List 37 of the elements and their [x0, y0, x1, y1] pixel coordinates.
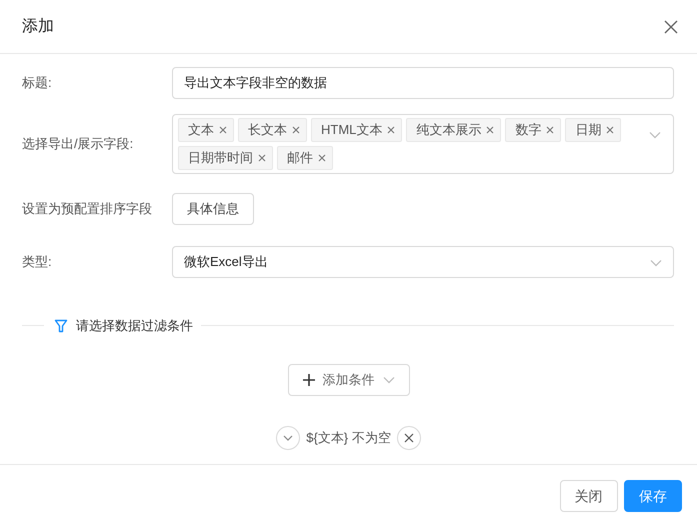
tag-remove-icon[interactable] — [546, 126, 554, 134]
tag-remove-icon[interactable] — [318, 154, 326, 162]
tag-remove-icon[interactable] — [387, 126, 396, 134]
tag[interactable]: 邮件 — [277, 146, 333, 170]
field-label: 选择导出/展示字段: — [22, 135, 134, 154]
filter-icon — [54, 318, 68, 333]
caret-icon — [382, 376, 394, 384]
remove-condition-button[interactable] — [397, 426, 422, 450]
close-dialog-button[interactable]: 关闭 — [560, 480, 618, 512]
tag-remove-icon[interactable] — [606, 126, 614, 134]
close-icon — [404, 432, 414, 442]
text-field[interactable]: 导出文本字段非空的数据 — [172, 67, 674, 99]
multi-select-field[interactable]: 文本 长文本 HTML文本 纯文本展示 数字 日期 日期带时间 邮件 — [172, 114, 674, 174]
tag[interactable]: 日期带时间 — [178, 146, 273, 170]
field-label: 标题: — [22, 74, 53, 92]
tag[interactable]: 日期 — [565, 118, 622, 142]
chevron-down-icon — [282, 434, 293, 440]
tag[interactable]: 数字 — [505, 118, 562, 142]
dialog-title: 添加 — [22, 16, 54, 36]
plus-icon — [302, 374, 314, 386]
tag[interactable]: HTML文本 — [311, 118, 402, 142]
add-condition-button[interactable]: 添加条件 — [288, 364, 410, 396]
tag-remove-icon[interactable] — [292, 126, 300, 134]
tag-remove-icon[interactable] — [486, 126, 494, 134]
tag[interactable]: 纯文本展示 — [406, 118, 502, 142]
condition-text: ${文本} 不为空 — [306, 428, 391, 447]
detail-button[interactable]: 具体信息 — [172, 193, 254, 225]
field-label: 设置为预配置排序字段 — [22, 200, 153, 218]
caret-icon — [649, 130, 661, 139]
tag-remove-icon[interactable] — [219, 126, 227, 134]
field-label: 类型: — [22, 253, 53, 272]
tag[interactable]: 文本 — [178, 118, 234, 142]
tag[interactable]: 长文本 — [238, 118, 307, 142]
select-field[interactable]: 微软Excel导出 — [172, 246, 674, 278]
caret-icon — [650, 258, 662, 267]
tag-remove-icon[interactable] — [258, 154, 266, 162]
filter-section-title: 请选择数据过滤条件 — [76, 317, 193, 335]
